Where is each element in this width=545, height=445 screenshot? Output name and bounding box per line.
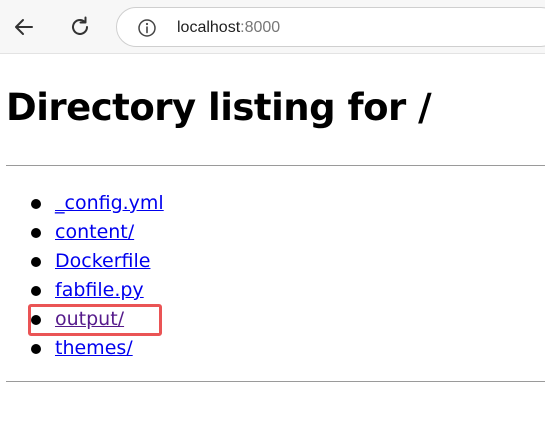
file-link-content[interactable]: content/ xyxy=(55,221,134,243)
bullet-icon xyxy=(31,286,41,296)
bullet-icon xyxy=(31,228,41,238)
back-arrow-icon xyxy=(15,19,33,35)
bullet-icon xyxy=(31,315,41,325)
reload-button[interactable] xyxy=(62,9,98,45)
list-item: _config.yml xyxy=(0,190,164,219)
file-link-output[interactable]: output/ xyxy=(55,308,124,330)
list-item: fabfile.py xyxy=(0,277,164,306)
file-link-dockerfile[interactable]: Dockerfile xyxy=(55,250,150,272)
reload-icon xyxy=(72,16,88,35)
bullet-icon xyxy=(31,199,41,209)
file-link-themes[interactable]: themes/ xyxy=(55,337,133,359)
list-item: content/ xyxy=(0,219,164,248)
page-title: Directory listing for / xyxy=(6,86,432,129)
info-icon[interactable] xyxy=(137,18,157,38)
back-button[interactable] xyxy=(6,9,42,45)
file-list: _config.yml content/ Dockerfile fabfile.… xyxy=(0,190,164,364)
divider-bottom xyxy=(6,381,545,382)
url-port: :8000 xyxy=(240,19,281,36)
list-item: Dockerfile xyxy=(0,248,164,277)
list-item: themes/ xyxy=(0,335,164,364)
url-text[interactable]: localhost:8000 xyxy=(177,19,280,37)
list-item: output/ xyxy=(0,306,164,335)
divider-top xyxy=(6,165,545,166)
url-host: localhost xyxy=(177,19,241,36)
file-link-config[interactable]: _config.yml xyxy=(55,192,164,214)
bullet-icon xyxy=(31,344,41,354)
browser-toolbar: localhost:8000 xyxy=(0,0,545,54)
file-link-fabfile[interactable]: fabfile.py xyxy=(55,279,144,301)
address-bar[interactable]: localhost:8000 xyxy=(116,7,545,47)
bullet-icon xyxy=(31,257,41,267)
